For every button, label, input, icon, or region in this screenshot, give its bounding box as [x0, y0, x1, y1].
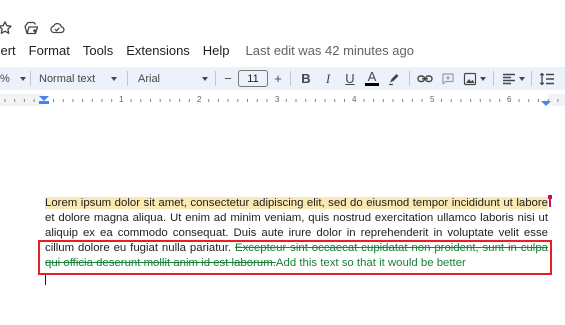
toolbar-divider	[215, 71, 216, 86]
highlighter-icon	[389, 73, 399, 85]
toolbar-divider	[409, 71, 410, 86]
title-actions	[0, 17, 65, 39]
zoom-suffix: %	[0, 72, 10, 85]
font-size-input[interactable]: 11	[238, 70, 268, 87]
align-left-icon	[502, 73, 515, 84]
chevron-down-icon	[20, 76, 26, 81]
highlight-color-button[interactable]	[383, 70, 405, 88]
menu-tools[interactable]: Tools	[83, 43, 113, 58]
chevron-down-icon	[518, 76, 525, 81]
horizontal-ruler[interactable]	[0, 94, 565, 106]
toolbar-divider	[290, 71, 291, 86]
align-button[interactable]	[499, 70, 527, 88]
zoom-select[interactable]: %	[0, 70, 30, 88]
insert-image-button[interactable]	[459, 70, 489, 88]
insert-link-button[interactable]	[413, 70, 437, 88]
image-icon	[463, 72, 476, 85]
comment-icon	[442, 72, 454, 85]
menu-format[interactable]: Format	[29, 43, 70, 58]
link-icon	[417, 74, 433, 82]
paragraph-style-value: Normal text	[39, 72, 96, 85]
cloud-saved-icon[interactable]	[49, 20, 65, 36]
font-value: Arial	[138, 72, 161, 85]
text-color-swatch	[365, 83, 379, 86]
underline-button[interactable]: U	[339, 70, 361, 88]
italic-button[interactable]: I	[317, 70, 339, 88]
chevron-down-icon	[479, 76, 486, 81]
increase-font-size-button[interactable]: +	[268, 70, 288, 88]
annotation-highlight-box	[38, 240, 552, 275]
text-color-letter: A	[367, 69, 377, 84]
formatting-toolbar: % Normal text Arial − 11 + B I U A	[0, 67, 565, 90]
add-comment-button[interactable]	[437, 70, 459, 88]
menu-extensions[interactable]: Extensions	[126, 43, 190, 58]
left-indent-handle[interactable]	[39, 101, 49, 104]
menu-bar: sert Format Tools Extensions Help Last e…	[0, 40, 414, 60]
menu-insert[interactable]: sert	[0, 43, 16, 58]
last-edit-link[interactable]: Last edit was 42 minutes ago	[246, 43, 414, 58]
toolbar-divider	[493, 71, 494, 86]
chevron-down-icon	[202, 76, 208, 81]
bold-button[interactable]: B	[295, 70, 317, 88]
text-color-button[interactable]: A	[361, 70, 383, 88]
font-select[interactable]: Arial	[134, 70, 212, 88]
line-spacing-button[interactable]	[536, 70, 558, 88]
toolbar-divider	[30, 71, 31, 86]
menu-help[interactable]: Help	[203, 43, 230, 58]
line-spacing-icon	[539, 72, 554, 85]
chevron-down-icon	[111, 76, 117, 81]
move-to-folder-icon[interactable]	[23, 20, 39, 36]
paragraph-style-select[interactable]: Normal text	[35, 70, 121, 88]
highlighted-text: Lorem ipsum dolor sit amet, consectetur …	[45, 197, 548, 209]
toolbar-divider	[531, 71, 532, 86]
toolbar-divider	[127, 71, 128, 86]
collaborator-cursor	[548, 195, 552, 207]
decrease-font-size-button[interactable]: −	[218, 70, 238, 88]
star-icon[interactable]	[0, 20, 13, 36]
